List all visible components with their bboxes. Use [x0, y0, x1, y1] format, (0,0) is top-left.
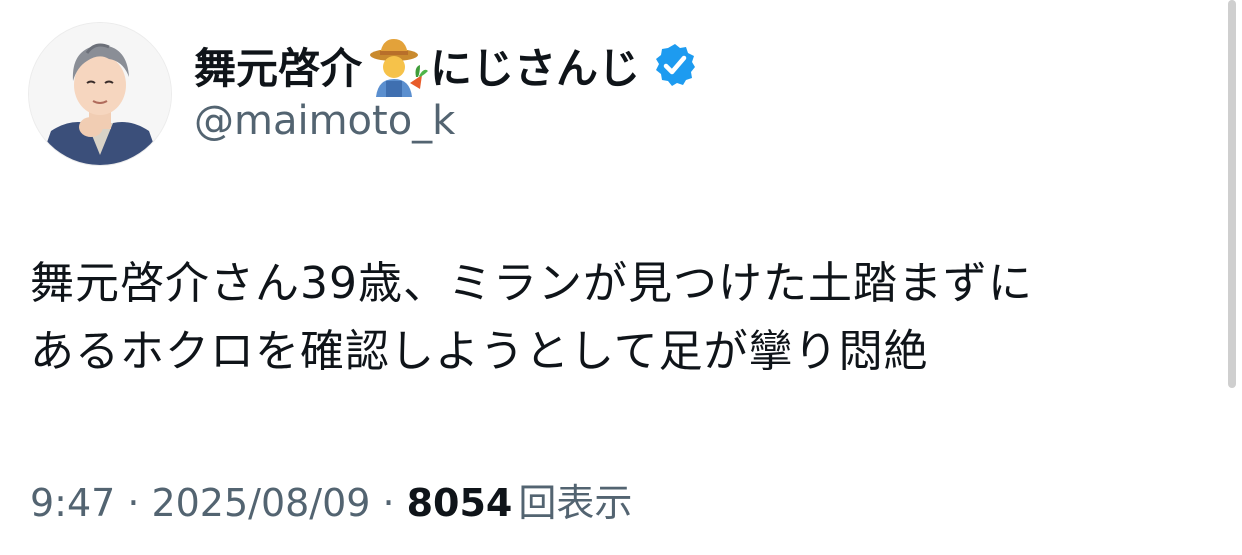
author-name-row[interactable]: 舞元啓介 にじさんじ: [194, 33, 698, 97]
scrollbar[interactable]: [1228, 0, 1236, 388]
tweet-text-line-2: あるホクロを確認しようとして足が攣り悶絶: [30, 326, 929, 377]
tweet-text: 舞元啓介さん39歳、ミランが見つけた土踏まずに あるホクロを確認しようとして足が…: [30, 250, 1200, 386]
verified-badge-icon: [652, 42, 698, 88]
meta-separator-1: ·: [127, 481, 140, 525]
meta-separator-2: ·: [382, 481, 395, 525]
views-label: 回表示: [518, 481, 633, 525]
tweet-date[interactable]: 2025/08/09: [151, 481, 370, 525]
avatar[interactable]: [28, 22, 172, 166]
display-name-part1[interactable]: 舞元啓介: [194, 35, 362, 96]
tweet-text-line-1: 舞元啓介さん39歳、ミランが見つけた土踏まずに: [30, 258, 1033, 309]
avatar-illustration: [29, 23, 171, 165]
views-count: 8054: [406, 481, 513, 525]
farmer-emoji-icon: [364, 33, 429, 97]
tweet-meta: 9:47 · 2025/08/09 · 8054 回表示: [30, 472, 632, 527]
tweet-time[interactable]: 9:47: [30, 481, 115, 525]
display-name-part2[interactable]: にじさんじ: [430, 35, 640, 96]
author-handle[interactable]: @maimoto_k: [194, 98, 455, 144]
